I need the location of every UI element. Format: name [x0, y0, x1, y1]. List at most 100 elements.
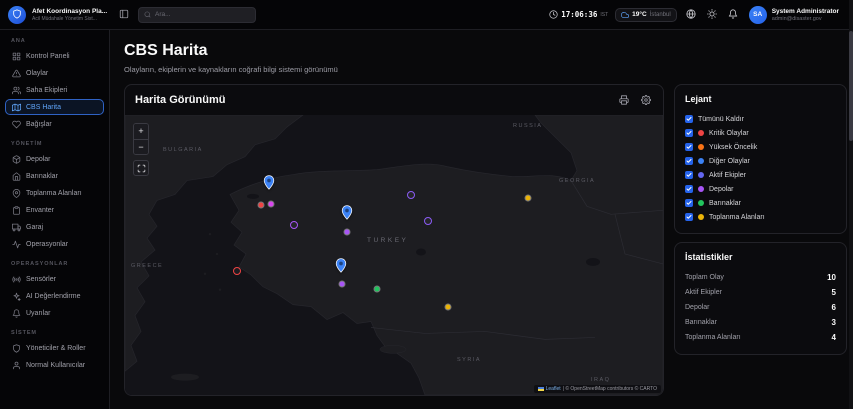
page-scrollbar[interactable] — [849, 0, 853, 409]
leaflet-link[interactable]: Leaflet — [546, 386, 561, 392]
activity-icon — [12, 240, 21, 249]
fullscreen-button[interactable] — [133, 160, 149, 176]
scrollbar-thumb[interactable] — [849, 31, 853, 141]
map-marker-ring[interactable] — [424, 217, 432, 225]
legend-item-label: Yüksek Öncelik — [709, 144, 757, 151]
sidebar-item-label: Toplanma Alanları — [26, 190, 82, 197]
sidebar-item-saha-ekipleri[interactable]: Saha Ekipleri — [5, 82, 104, 98]
map-basemap — [125, 115, 663, 395]
map-marker-dot[interactable] — [375, 287, 380, 292]
legend-item-kritik-olaylar[interactable]: Kritik Olaylar — [685, 126, 836, 140]
sidebar-item-cbs-harita[interactable]: CBS Harita — [5, 99, 104, 115]
map-marker-pin[interactable] — [336, 258, 347, 273]
sidebar-section-label: ANA — [11, 38, 98, 44]
legend-checkbox[interactable] — [685, 115, 693, 123]
legend-checkbox[interactable] — [685, 199, 693, 207]
map-card-header: Harita Görünümü — [125, 85, 663, 115]
legend-checkbox[interactable] — [685, 157, 693, 165]
map-marker-dot[interactable] — [345, 230, 350, 235]
zoom-in-button[interactable]: + — [134, 124, 148, 139]
map-country-label: GEORGIA — [559, 178, 595, 184]
legend-checkbox[interactable] — [685, 143, 693, 151]
sidebar-item-label: AI Değerlendirme — [26, 293, 80, 300]
map-marker-dot[interactable] — [340, 282, 345, 287]
legend-item-t-m-n-kald-r[interactable]: Tümünü Kaldır — [685, 112, 836, 126]
sidebar-item-toplanma-alanlar[interactable]: Toplanma Alanları — [5, 185, 104, 201]
app-brand[interactable]: Afet Koordinasyon Pla... Acil Müdahale Y… — [8, 6, 109, 24]
legend-item-aktif-ekipler[interactable]: Aktif Ekipler — [685, 168, 836, 182]
map-marker-ring[interactable] — [233, 267, 241, 275]
user-email: admin@disaster.gov — [772, 16, 839, 22]
legend-checkbox[interactable] — [685, 213, 693, 221]
search-input[interactable] — [155, 11, 250, 18]
sidebar-item-label: CBS Harita — [26, 104, 61, 111]
app-subtitle: Acil Müdahale Yönetim Sist... — [32, 16, 107, 22]
stat-value: 6 — [832, 303, 836, 312]
user-menu[interactable]: SA System Administrator admin@disaster.g… — [749, 6, 839, 24]
map-card-title: Harita Görünümü — [135, 94, 609, 106]
sidebar-item-uyar-lar[interactable]: Uyarılar — [5, 305, 104, 321]
user-name: System Administrator — [772, 8, 839, 15]
sidebar-item-kontrol-paneli[interactable]: Kontrol Paneli — [5, 48, 104, 64]
map-marker-dot[interactable] — [446, 305, 451, 310]
sidebar-item-y-neticiler-roller[interactable]: Yöneticiler & Roller — [5, 340, 104, 356]
legend-item-di-er-olaylar[interactable]: Diğer Olaylar — [685, 154, 836, 168]
map-country-label: SYRIA — [457, 357, 481, 363]
top-bar: Afet Koordinasyon Pla... Acil Müdahale Y… — [0, 0, 853, 30]
map-marker-pin[interactable] — [264, 175, 275, 190]
sidebar-item-label: Uyarılar — [26, 310, 51, 317]
legend-checkbox[interactable] — [685, 171, 693, 179]
sidebar-item-ai-de-erlendirme[interactable]: AI Değerlendirme — [5, 288, 104, 304]
map-marker-dot[interactable] — [526, 196, 531, 201]
map-marker-dot[interactable] — [259, 203, 264, 208]
legend-item-label: Depolar — [709, 186, 734, 193]
legend-item-y-ksek-ncelik[interactable]: Yüksek Öncelik — [685, 140, 836, 154]
print-map-button[interactable] — [617, 93, 631, 107]
map-marker-pin[interactable] — [342, 205, 353, 220]
sidebar-item-garaj[interactable]: Garaj — [5, 219, 104, 235]
notifications-button[interactable] — [726, 8, 740, 22]
sidebar-item-label: Yöneticiler & Roller — [26, 345, 86, 352]
legend-color-dot — [698, 200, 704, 206]
sidebar-toggle-button[interactable] — [116, 7, 131, 22]
map-canvas[interactable]: RUSSIABULGARIAGEORGIATURKEYGREECESYRIAIR… — [125, 115, 663, 395]
zoom-out-button[interactable]: − — [134, 139, 148, 154]
bell-icon — [728, 7, 738, 22]
sidebar-item-label: Olaylar — [26, 70, 48, 77]
stat-label: Toplam Olay — [685, 274, 724, 281]
stats-card: İstatistikler Toplam Olay10Aktif Ekipler… — [674, 242, 847, 355]
sidebar-item-normal-kullan-c-lar[interactable]: Normal Kullanıcılar — [5, 357, 104, 373]
sidebar-section-label: YÖNETİM — [11, 141, 98, 147]
legend-checkbox[interactable] — [685, 129, 693, 137]
legend-item-bar-naklar[interactable]: Barınaklar — [685, 196, 836, 210]
clock-time: 17:06:36 — [561, 10, 597, 19]
sidebar-item-sens-rler[interactable]: Sensörler — [5, 271, 104, 287]
legend-item-toplanma-alanlar[interactable]: Toplanma Alanları — [685, 210, 836, 224]
content-row: Harita Görünümü — [124, 84, 839, 396]
language-button[interactable] — [684, 8, 698, 22]
stat-label: Barınaklar — [685, 319, 717, 326]
map-marker-ring[interactable] — [290, 221, 298, 229]
map-card: Harita Görünümü — [124, 84, 664, 396]
stat-row-aktif-ekipler: Aktif Ekipler5 — [685, 285, 836, 300]
map-settings-button[interactable] — [639, 93, 653, 107]
theme-toggle-button[interactable] — [705, 8, 719, 22]
sidebar-item-depolar[interactable]: Depolar — [5, 151, 104, 167]
zoom-control: + − — [133, 123, 149, 155]
weather-badge[interactable]: 19°C İstanbul — [615, 8, 677, 22]
sidebar-item-bar-naklar[interactable]: Barınaklar — [5, 168, 104, 184]
sidebar-item-operasyonlar[interactable]: Operasyonlar — [5, 236, 104, 252]
sidebar-item-envanter[interactable]: Envanter — [5, 202, 104, 218]
legend-checkbox[interactable] — [685, 185, 693, 193]
stat-row-depolar: Depolar6 — [685, 300, 836, 315]
search-box[interactable] — [138, 7, 256, 23]
clipboard-icon — [12, 206, 21, 215]
map-marker-dot[interactable] — [269, 202, 274, 207]
sidebar-item-label: Kontrol Paneli — [26, 53, 70, 60]
legend-item-label: Toplanma Alanları — [709, 214, 765, 221]
sidebar-item-label: Sensörler — [26, 276, 56, 283]
legend-item-depolar[interactable]: Depolar — [685, 182, 836, 196]
map-marker-ring[interactable] — [407, 191, 415, 199]
sidebar-item-olaylar[interactable]: Olaylar — [5, 65, 104, 81]
sidebar-item-ba-lar[interactable]: Bağışlar — [5, 116, 104, 132]
